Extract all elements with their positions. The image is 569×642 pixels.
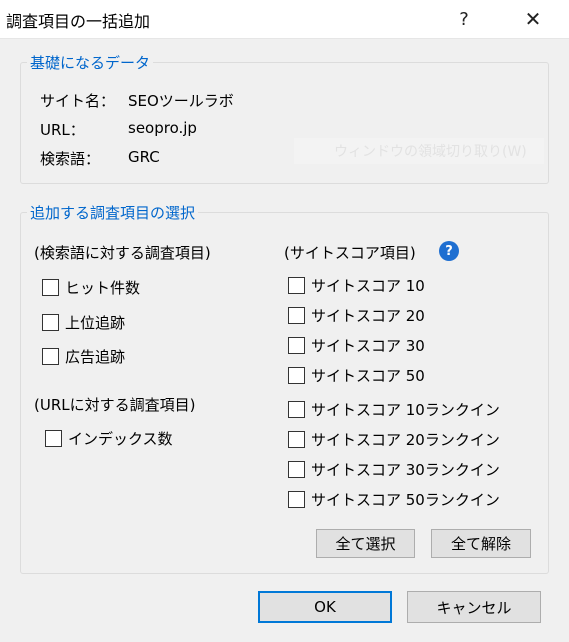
site-name-value: SEOツールラボ <box>128 92 234 110</box>
selection-title: 追加する調査項目の選択 <box>27 202 199 223</box>
title-bar: 調査項目の一括追加 ? ✕ <box>0 0 569 39</box>
checkbox-label: サイトスコア 20ランクイン <box>311 430 500 449</box>
checkbox-box[interactable] <box>288 400 305 418</box>
checkbox-label: インデックス数 <box>68 429 173 448</box>
checkbox-box[interactable] <box>288 490 305 508</box>
checkbox-site-score-30-rankin[interactable]: サイトスコア 30ランクイン <box>288 458 500 480</box>
site-name-label: サイト名： <box>40 92 116 110</box>
checkbox-box[interactable] <box>45 429 62 447</box>
selection-group: 追加する調査項目の選択 <box>20 202 549 574</box>
checkbox-box[interactable] <box>42 278 59 296</box>
site-score-section-label: (サイトスコア項目) <box>284 244 416 262</box>
checkbox-label: 上位追跡 <box>65 313 126 332</box>
checkbox-box[interactable] <box>42 347 59 365</box>
window-title: 調査項目の一括追加 <box>6 12 151 31</box>
checkbox-label: サイトスコア 30 <box>311 336 425 355</box>
checkbox-box[interactable] <box>288 430 305 448</box>
checkbox-box[interactable] <box>288 366 305 384</box>
ok-button[interactable]: OK <box>258 591 392 623</box>
checkbox-rank-tracking[interactable]: 上位追跡 <box>42 311 125 333</box>
checkbox-site-score-50-rankin[interactable]: サイトスコア 50ランクイン <box>288 488 500 510</box>
checkbox-site-score-50[interactable]: サイトスコア 50 <box>288 364 425 386</box>
keyword-value: GRC <box>128 148 160 166</box>
keyword-label: 検索語： <box>40 150 101 168</box>
ghost-tooltip: ウィンドウの領域切り取り(W) <box>294 138 544 164</box>
select-all-button[interactable]: 全て選択 <box>316 529 415 558</box>
checkbox-label: サイトスコア 10 <box>311 276 425 295</box>
checkbox-box[interactable] <box>288 460 305 478</box>
help-icon[interactable]: ? <box>439 241 459 261</box>
checkbox-box[interactable] <box>288 276 305 294</box>
checkbox-ad-tracking[interactable]: 広告追跡 <box>42 345 125 367</box>
url-value: seopro.jp <box>128 119 197 137</box>
checkbox-label: サイトスコア 30ランクイン <box>311 460 500 479</box>
checkbox-label: サイトスコア 50 <box>311 366 425 385</box>
clear-all-button[interactable]: 全て解除 <box>431 529 531 558</box>
checkbox-box[interactable] <box>288 306 305 324</box>
checkbox-label: ヒット件数 <box>65 278 141 297</box>
checkbox-box[interactable] <box>288 336 305 354</box>
checkbox-site-score-30[interactable]: サイトスコア 30 <box>288 334 425 356</box>
url-section-label: (URLに対する調査項目) <box>34 396 196 414</box>
basic-data-title: 基礎になるデータ <box>27 52 154 73</box>
close-button[interactable]: ✕ <box>510 0 556 38</box>
checkbox-site-score-20-rankin[interactable]: サイトスコア 20ランクイン <box>288 428 500 450</box>
checkbox-site-score-10[interactable]: サイトスコア 10 <box>288 274 425 296</box>
checkbox-box[interactable] <box>42 313 59 331</box>
keyword-section-label: (検索語に対する調査項目) <box>34 244 211 262</box>
url-label: URL： <box>40 121 85 139</box>
checkbox-label: サイトスコア 20 <box>311 306 425 325</box>
checkbox-hit-count[interactable]: ヒット件数 <box>42 276 140 298</box>
checkbox-label: サイトスコア 50ランクイン <box>311 490 500 509</box>
cancel-button[interactable]: キャンセル <box>407 591 541 623</box>
checkbox-site-score-10-rankin[interactable]: サイトスコア 10ランクイン <box>288 398 500 420</box>
help-button[interactable]: ? <box>441 0 487 38</box>
checkbox-label: サイトスコア 10ランクイン <box>311 400 500 419</box>
checkbox-site-score-20[interactable]: サイトスコア 20 <box>288 304 425 326</box>
checkbox-index-count[interactable]: インデックス数 <box>45 427 173 449</box>
checkbox-label: 広告追跡 <box>65 347 126 366</box>
